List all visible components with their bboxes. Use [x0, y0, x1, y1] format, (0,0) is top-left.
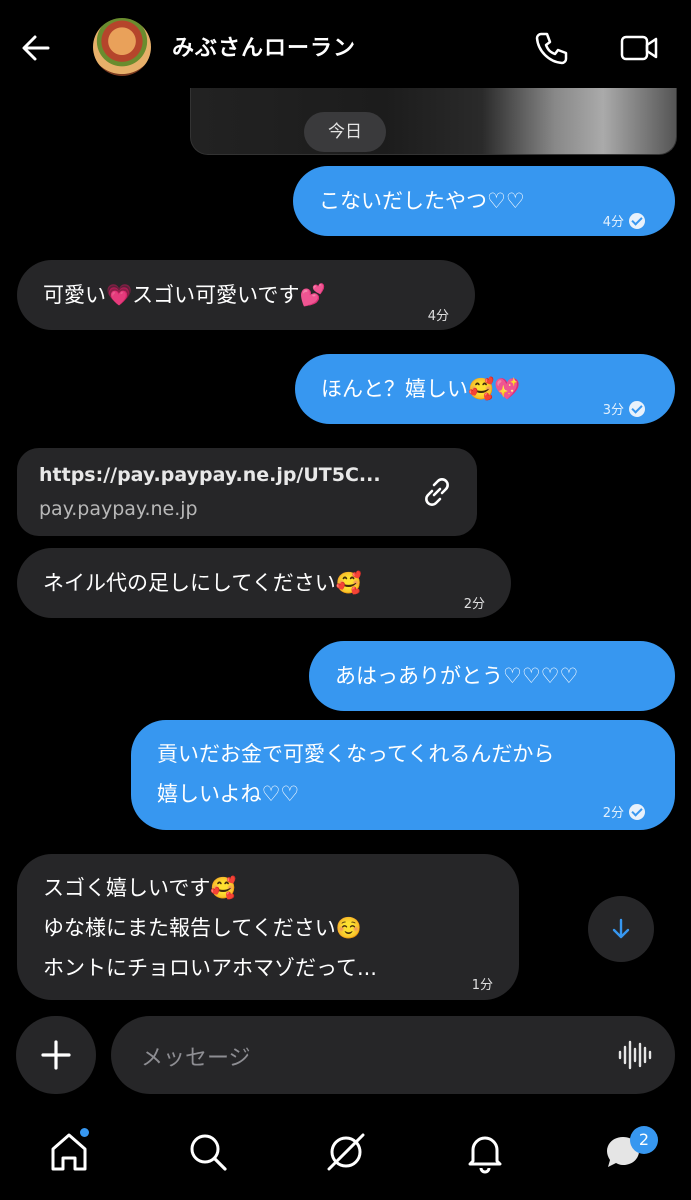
home-notification-dot: [80, 1128, 89, 1137]
link-icon: [425, 478, 449, 506]
message-text-line: スゴく嬉しいです🥰: [43, 876, 237, 900]
scroll-to-bottom-button[interactable]: [588, 896, 654, 962]
message-time: 2分: [463, 597, 485, 612]
message-outgoing[interactable]: あはっありがとう♡♡♡♡: [309, 641, 675, 711]
plus-icon: [41, 1040, 71, 1070]
notifications-bell-icon[interactable]: [463, 1130, 507, 1174]
message-meta: 4分: [603, 203, 645, 243]
search-icon[interactable]: [186, 1130, 230, 1174]
date-separator: 今日: [304, 112, 386, 152]
message-incoming[interactable]: 可愛い💗スゴい可愛いです💕 4分: [17, 260, 475, 330]
chat-header: みぶさんローラン: [0, 0, 691, 92]
message-incoming[interactable]: ネイル代の足しにしてください🥰 2分: [17, 548, 511, 618]
message-meta: 3分: [603, 391, 645, 431]
message-time: 2分: [602, 806, 624, 821]
message-meta: 2分: [603, 794, 645, 834]
message-text: ほんと？嬉しい🥰💖: [321, 377, 521, 401]
link-preview-card[interactable]: https://pay.paypay.ne.jp/UT5C... pay.pay…: [17, 448, 477, 536]
link-url[interactable]: https://pay.paypay.ne.jp/UT5C...: [39, 464, 381, 486]
message-outgoing[interactable]: 貢いだお金で可愛くなってくれるんだから 嬉しいよね♡♡ 2分: [131, 720, 675, 830]
add-attachment-button[interactable]: [16, 1016, 96, 1094]
back-arrow-icon[interactable]: [18, 30, 54, 66]
message-placeholder: メッセージ: [141, 1046, 251, 1071]
video-call-icon[interactable]: [619, 28, 659, 68]
contact-name[interactable]: みぶさんローラン: [172, 30, 356, 62]
read-check-icon: [629, 804, 645, 820]
message-time: 3分: [602, 403, 624, 418]
message-incoming[interactable]: スゴく嬉しいです🥰 ゆな様にまた報告してください☺️ ホントにチョロいアホマゾだ…: [17, 854, 519, 1000]
message-text-line: 嬉しいよね♡♡: [157, 782, 300, 806]
link-host: pay.paypay.ne.jp: [39, 498, 198, 520]
message-outgoing[interactable]: ほんと？嬉しい🥰💖 3分: [295, 354, 675, 424]
message-time: 1分: [471, 978, 493, 993]
read-check-icon: [629, 213, 645, 229]
message-text: 可愛い💗スゴい可愛いです💕: [43, 283, 326, 307]
phone-icon[interactable]: [531, 28, 571, 68]
voice-message-icon[interactable]: [617, 1038, 653, 1072]
message-text: ネイル代の足しにしてください🥰: [43, 571, 362, 595]
message-text: こないだしたやつ♡♡: [319, 189, 525, 213]
message-input[interactable]: メッセージ: [111, 1016, 675, 1094]
message-text: あはっありがとう♡♡♡♡: [335, 664, 579, 688]
message-text-line: ゆな様にまた報告してください☺️: [43, 916, 362, 940]
avatar[interactable]: [93, 18, 151, 76]
message-text-line: ホントにチョロいアホマゾだって...: [43, 956, 377, 980]
photo-message[interactable]: [190, 88, 677, 155]
message-time: 4分: [427, 309, 449, 324]
explore-icon[interactable]: [324, 1130, 368, 1174]
message-outgoing[interactable]: こないだしたやつ♡♡ 4分: [293, 166, 675, 236]
arrow-down-icon: [612, 918, 630, 939]
message-text-line: 貢いだお金で可愛くなってくれるんだから: [157, 742, 555, 766]
read-check-icon: [629, 401, 645, 417]
messages-unread-badge: 2: [630, 1126, 658, 1154]
message-time: 4分: [602, 215, 624, 230]
